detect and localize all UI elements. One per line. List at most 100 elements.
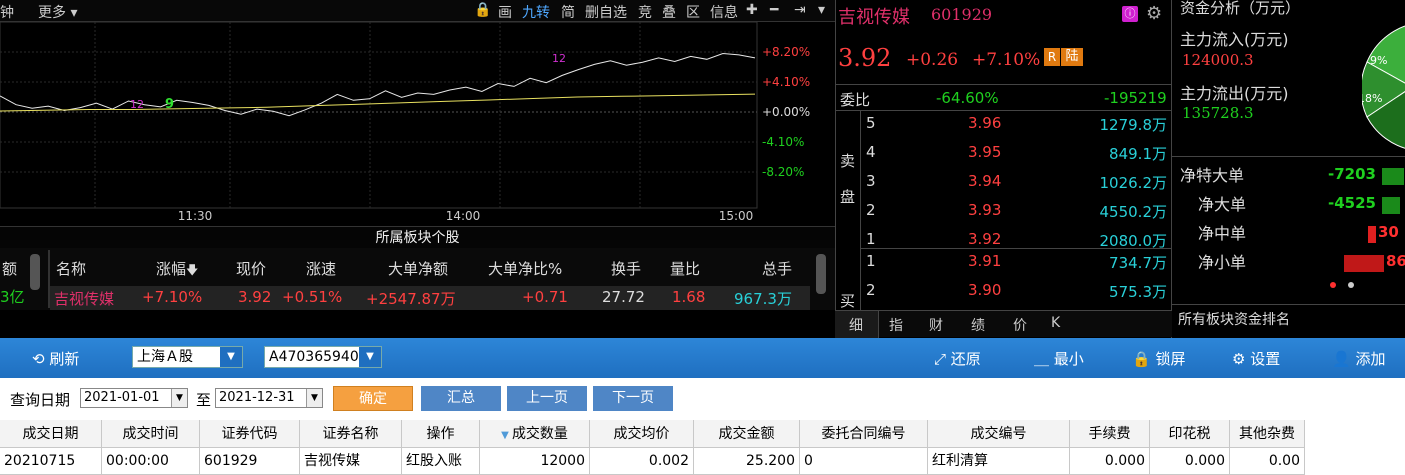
column-header[interactable]: 成交金额 bbox=[694, 420, 800, 448]
column-header[interactable]: 成交时间 bbox=[102, 420, 200, 448]
date-from-select[interactable]: 2021-01-01 ▼ bbox=[80, 388, 188, 408]
date-to-select[interactable]: 2021-12-31 ▼ bbox=[215, 388, 323, 408]
table-cell[interactable]: 00:00:00 bbox=[102, 448, 200, 475]
restore-button[interactable]: ⤢ 还原 bbox=[934, 348, 981, 369]
table-row[interactable]: 吉视传媒 +7.10% 3.92 +0.51% +2547.87万 +0.71 … bbox=[50, 286, 810, 310]
col-turnover[interactable]: 换手 bbox=[611, 258, 641, 279]
tab-finance[interactable]: 财 bbox=[929, 315, 943, 335]
table-cell[interactable]: 吉视传媒 bbox=[300, 448, 402, 475]
settings-button[interactable]: ⚙ 设置 bbox=[1232, 348, 1280, 369]
column-header[interactable]: 手续费 bbox=[1070, 420, 1150, 448]
toolbar-item-overlay[interactable]: 叠 bbox=[662, 2, 676, 22]
last-price: 3.92 bbox=[838, 44, 892, 72]
more-menu[interactable]: 更多 ▾ bbox=[38, 2, 77, 22]
column-header[interactable]: 证券名称 bbox=[300, 420, 402, 448]
bid-row[interactable]: 1 3.91 734.7万 bbox=[836, 250, 1171, 276]
table-cell[interactable]: 0.00 bbox=[1230, 448, 1305, 475]
fund-row-label: 净大单 bbox=[1198, 195, 1247, 214]
intraday-chart[interactable]: +8.20% +4.10% +0.00% -4.10% -8.20% 11:30 14:0… bbox=[0, 22, 835, 226]
table-cell[interactable]: 0.000 bbox=[1070, 448, 1150, 475]
col-name[interactable]: 名称 bbox=[56, 258, 86, 279]
col-volume-ratio[interactable]: 量比 bbox=[670, 258, 700, 279]
gear-icon[interactable]: ⚙ bbox=[1146, 3, 1162, 24]
table-cell[interactable]: 0.002 bbox=[590, 448, 694, 475]
table-cell[interactable]: 20210715 bbox=[0, 448, 102, 475]
confirm-button[interactable]: 确定 bbox=[333, 386, 413, 411]
column-header[interactable]: 成交均价 bbox=[590, 420, 694, 448]
ask-volume: 1026.2万 bbox=[1099, 174, 1168, 192]
column-header[interactable]: 成交编号 bbox=[928, 420, 1070, 448]
page-dot-2[interactable] bbox=[1348, 282, 1354, 288]
y-tick-label: +8.20% bbox=[762, 45, 810, 59]
chevron-down-icon: ▼ bbox=[171, 389, 187, 407]
ask-price: 3.95 bbox=[968, 143, 1002, 161]
x-tick-label: 14:00 bbox=[446, 209, 481, 223]
col-big-ratio[interactable]: 大单净比% bbox=[488, 258, 562, 279]
table-cell[interactable]: 0 bbox=[800, 448, 928, 475]
table-cell[interactable]: 601929 bbox=[200, 448, 300, 475]
lock-screen-button[interactable]: 🔒 锁屏 bbox=[1132, 348, 1185, 369]
y-tick-label: -8.20% bbox=[762, 165, 804, 179]
column-header[interactable]: 证券代码 bbox=[200, 420, 300, 448]
summary-button[interactable]: 汇总 bbox=[421, 386, 501, 411]
table-cell[interactable]: 25.200 bbox=[694, 448, 800, 475]
toolbar-item-info[interactable]: 信息 bbox=[710, 2, 738, 22]
all-sectors-ranking[interactable]: 所有板块资金排名 bbox=[1178, 309, 1290, 329]
column-header[interactable]: 印花税 bbox=[1150, 420, 1230, 448]
period-label[interactable]: 钟 bbox=[0, 2, 14, 22]
ask-row[interactable]: 2 3.93 4550.2万 bbox=[836, 199, 1171, 225]
ask-row[interactable]: 3 3.94 1026.2万 bbox=[836, 170, 1171, 196]
lock-icon[interactable]: 🔒 bbox=[474, 2, 491, 18]
bid-row[interactable]: 2 3.90 575.3万 bbox=[836, 279, 1171, 305]
page-dot-1[interactable] bbox=[1330, 282, 1336, 288]
market-select[interactable]: 上海Ａ股 ▼ bbox=[132, 346, 243, 368]
table-cell[interactable]: 0.000 bbox=[1150, 448, 1230, 475]
toolbar-item-auction[interactable]: 竞 bbox=[638, 2, 652, 22]
table-cell[interactable]: 红股入账 bbox=[402, 448, 480, 475]
refresh-button[interactable]: ⟲ 刷新 bbox=[32, 348, 79, 369]
tab-detail[interactable]: 细 bbox=[849, 315, 863, 335]
table-cell[interactable]: 红利清算 bbox=[928, 448, 1070, 475]
partial-header: 额 bbox=[2, 260, 18, 278]
ask-volume: 1279.8万 bbox=[1099, 116, 1168, 134]
query-date-label: 查询日期 bbox=[10, 391, 71, 409]
col-price[interactable]: 现价 bbox=[236, 258, 266, 279]
tab-price[interactable]: 价 bbox=[1013, 315, 1027, 335]
x-tick-label: 15:00 bbox=[719, 209, 754, 223]
tab-index[interactable]: 指 bbox=[889, 315, 903, 335]
minus-icon[interactable]: ━ bbox=[770, 2, 778, 18]
arrow-right-icon[interactable]: ⇥ bbox=[794, 2, 806, 18]
ask-row[interactable]: 5 3.96 1279.8万 bbox=[836, 112, 1171, 138]
add-button[interactable]: 👤 添加 bbox=[1332, 348, 1385, 369]
col-change[interactable]: 涨幅🡇 bbox=[156, 258, 198, 282]
toolbar-item-range[interactable]: 区 bbox=[686, 2, 700, 22]
tab-performance[interactable]: 绩 bbox=[971, 315, 985, 335]
column-header[interactable]: ▼ 成交数量 bbox=[480, 420, 590, 448]
column-header[interactable]: 成交日期 bbox=[0, 420, 102, 448]
column-header[interactable]: 委托合同编号 bbox=[800, 420, 928, 448]
fund-title: 资金分析（万元） bbox=[1180, 0, 1301, 17]
ask-level: 2 bbox=[866, 201, 876, 219]
ask-row[interactable]: 4 3.95 849.1万 bbox=[836, 141, 1171, 167]
table-cell[interactable]: 12000 bbox=[480, 448, 590, 475]
tab-kline[interactable]: K bbox=[1051, 315, 1060, 331]
account-select[interactable]: A470365940 ▼ bbox=[264, 346, 382, 368]
fund-pie-chart[interactable]: 9% 18% bbox=[1362, 22, 1405, 152]
column-header[interactable]: 其他杂费 bbox=[1230, 420, 1305, 448]
col-speed[interactable]: 涨速 bbox=[306, 258, 336, 279]
pie-label-9: 9% bbox=[1370, 54, 1387, 67]
next-page-button[interactable]: 下一页 bbox=[593, 386, 673, 411]
plus-icon[interactable]: ✚ bbox=[746, 2, 758, 18]
minimize-button[interactable]: ＿ 最小 bbox=[1034, 348, 1084, 369]
toolbar-item-simple[interactable]: 简 bbox=[561, 2, 575, 22]
column-header[interactable]: 操作 bbox=[402, 420, 480, 448]
toolbar-item-draw[interactable]: 画 bbox=[498, 2, 512, 22]
info-icon[interactable]: ⓘ bbox=[1122, 6, 1138, 22]
col-total-hands[interactable]: 总手 bbox=[762, 258, 792, 279]
col-big-net[interactable]: 大单净额 bbox=[388, 258, 448, 279]
chevron-down-icon[interactable]: ▾ bbox=[818, 2, 825, 18]
toolbar-item-jiuzhuan[interactable]: 九转 bbox=[522, 2, 550, 22]
lock-icon: 🔒 bbox=[1132, 350, 1151, 368]
toolbar-item-remove-watch[interactable]: 删自选 bbox=[585, 2, 627, 22]
prev-page-button[interactable]: 上一页 bbox=[507, 386, 587, 411]
